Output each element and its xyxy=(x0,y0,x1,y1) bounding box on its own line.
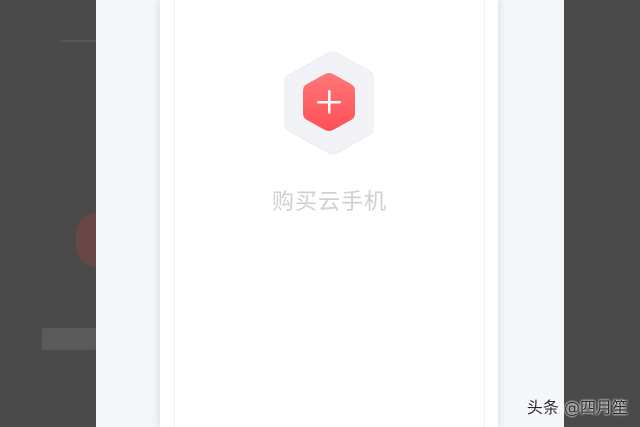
add-button[interactable] xyxy=(281,50,377,156)
buy-cloud-phone-label: 购买云手机 xyxy=(271,190,387,215)
background-label-shape xyxy=(42,328,96,350)
add-plus-icon xyxy=(284,51,374,155)
background-divider xyxy=(60,40,100,42)
buy-cloud-phone-card[interactable]: 购买云手机 xyxy=(175,0,484,427)
watermark-text: 头条 @四月笙 xyxy=(526,398,628,417)
phone-screen: 购买云手机 xyxy=(175,0,484,427)
